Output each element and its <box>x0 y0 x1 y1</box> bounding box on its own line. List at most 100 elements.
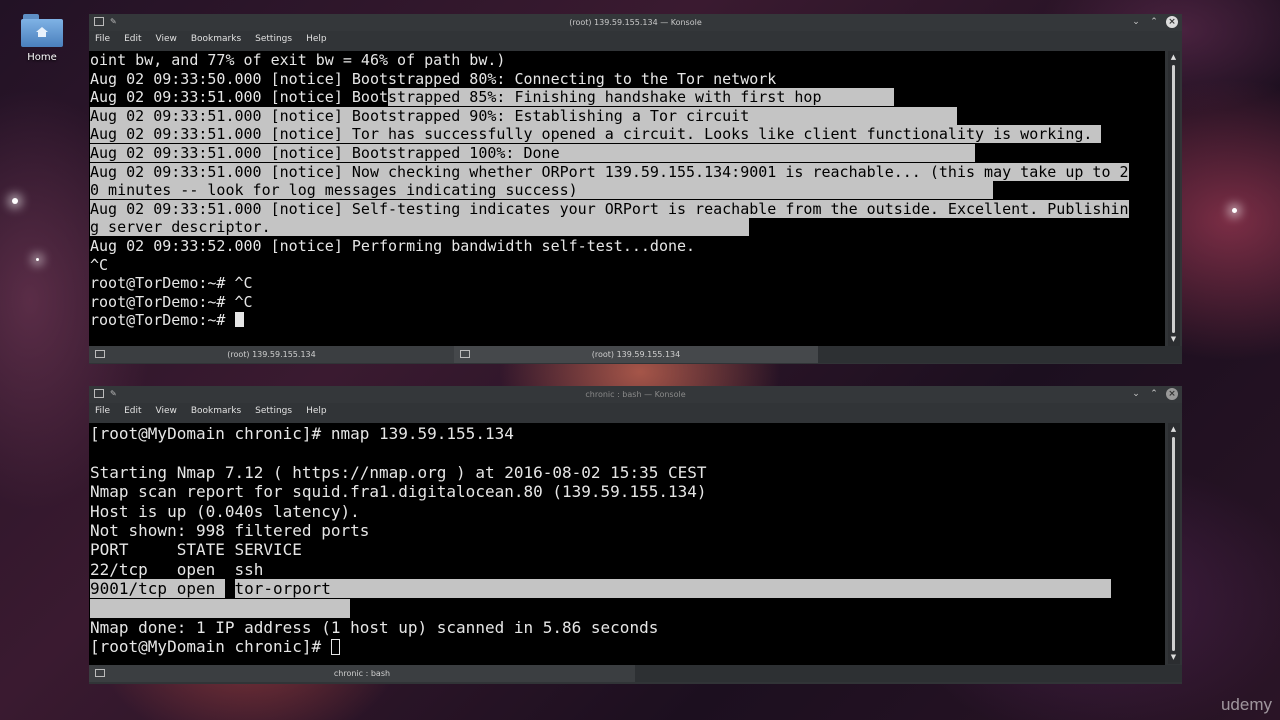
terminal-line: Aug 02 09:33:51.000 [notice] Tor has suc… <box>90 125 1165 144</box>
terminal-line: Nmap done: 1 IP address (1 host up) scan… <box>90 618 1165 637</box>
scroll-down-icon[interactable]: ▼ <box>1169 335 1178 343</box>
terminal-line: ^C <box>90 256 1165 275</box>
window-title: chronic : bash — Konsole <box>585 390 686 399</box>
desktop-home-icon[interactable]: Home <box>14 12 70 63</box>
terminal-output[interactable]: [root@MyDomain chronic]# nmap 139.59.155… <box>89 423 1165 665</box>
terminal-output[interactable]: oint bw, and 77% of exit bw = 46% of pat… <box>89 51 1165 346</box>
terminal-line: Not shown: 998 filtered ports <box>90 521 1165 540</box>
scroll-up-icon[interactable]: ▲ <box>1169 53 1178 61</box>
terminal-text: Aug 02 09:33:51.000 [notice] Bootstrappe… <box>90 143 976 162</box>
terminal-text: 22/tcp open ssh <box>90 559 264 579</box>
menubar: File Edit View Bookmarks Settings Help <box>89 403 1182 419</box>
menu-file[interactable]: File <box>95 34 110 44</box>
text-cursor <box>330 639 340 656</box>
terminal-line: Aug 02 09:33:52.000 [notice] Performing … <box>90 237 1165 256</box>
terminal-text: Nmap scan report for squid.fra1.digitalo… <box>90 482 707 502</box>
text-cursor <box>234 312 244 328</box>
terminal-icon <box>95 350 105 358</box>
terminal-text: Aug 02 09:33:51.000 [notice] Bootstrappe… <box>90 106 957 125</box>
maximize-icon[interactable]: ⌃ <box>1148 16 1160 28</box>
menubar: File Edit View Bookmarks Settings Help <box>89 31 1182 47</box>
tab-label: chronic : bash <box>333 669 391 678</box>
terminal-text: strapped 85%: Finishing handshake with f… <box>388 88 894 107</box>
terminal-line: oint bw, and 77% of exit bw = 46% of pat… <box>90 51 1165 70</box>
close-icon[interactable]: × <box>1166 16 1178 28</box>
menu-help[interactable]: Help <box>306 34 327 44</box>
titlebar[interactable]: ✎ chronic : bash — Konsole ⌄ ⌃ × <box>89 386 1182 403</box>
terminal-line: Aug 02 09:33:50.000 [notice] Bootstrappe… <box>90 70 1165 89</box>
terminal-line: root@TorDemo:~# <box>90 311 1165 330</box>
menu-help[interactable]: Help <box>306 406 327 416</box>
terminal-text: Starting Nmap 7.12 ( https://nmap.org ) … <box>90 462 707 482</box>
terminal-line: 0 minutes -- look for log messages indic… <box>90 181 1165 200</box>
close-icon[interactable]: × <box>1166 388 1178 400</box>
terminal-text: root@TorDemo:~# <box>90 311 235 330</box>
terminal-text <box>90 598 351 618</box>
terminal-line: root@TorDemo:~# ^C <box>90 274 1165 293</box>
minimize-icon[interactable]: ⌄ <box>1130 16 1142 28</box>
terminal-line: 9001/tcp open tor-orport <box>90 579 1165 599</box>
minimize-icon[interactable]: ⌄ <box>1130 388 1142 400</box>
terminal-line: Aug 02 09:33:51.000 [notice] Now checkin… <box>90 162 1165 182</box>
tab-session-1[interactable]: (root) 139.59.155.134 <box>89 346 454 363</box>
terminal-text <box>270 218 750 237</box>
konsole-window-tor[interactable]: ✎ (root) 139.59.155.134 — Konsole ⌄ ⌃ × … <box>89 14 1182 364</box>
menu-bookmarks[interactable]: Bookmarks <box>191 34 241 44</box>
tab-session-2[interactable]: (root) 139.59.155.134 <box>454 346 818 363</box>
home-folder-icon <box>21 12 63 48</box>
tab-bar: chronic : bash <box>89 665 1182 682</box>
terminal-icon <box>460 350 470 358</box>
terminal-line: Nmap scan report for squid.fra1.digitalo… <box>90 482 1165 501</box>
terminal-line: Aug 02 09:33:51.000 [notice] Bootstrappe… <box>90 143 1165 163</box>
scroll-up-icon[interactable]: ▲ <box>1169 425 1178 433</box>
konsole-window-bash[interactable]: ✎ chronic : bash — Konsole ⌄ ⌃ × File Ed… <box>89 386 1182 684</box>
star <box>12 198 18 204</box>
terminal-text: Not shown: 998 filtered ports <box>90 520 370 540</box>
terminal-text: ^C <box>90 255 109 274</box>
terminal-text: Aug 02 09:33:51.000 [notice] Self-testin… <box>90 199 1129 218</box>
watermark: udemy <box>1220 695 1272 714</box>
terminal-line: PORT STATE SERVICE <box>90 540 1165 559</box>
terminal-text: g server descriptor. <box>90 218 271 237</box>
menu-edit[interactable]: Edit <box>124 406 141 416</box>
terminal-line: Aug 02 09:33:51.000 [notice] Self-testin… <box>90 199 1165 219</box>
terminal-text: root@TorDemo:~# ^C <box>90 292 253 311</box>
tab-label: (root) 139.59.155.134 <box>227 350 316 359</box>
star <box>1232 208 1237 213</box>
terminal-line: 22/tcp open ssh <box>90 560 1165 579</box>
terminal-text: [root@MyDomain chronic]# nmap 139.59.155… <box>90 424 514 443</box>
scrollbar-handle[interactable] <box>1172 437 1175 651</box>
terminal-line: Aug 02 09:33:51.000 [notice] Bootstrappe… <box>90 88 1165 107</box>
terminal-text: Aug 02 09:33:51.000 [notice] Tor has suc… <box>90 125 1102 144</box>
menu-settings[interactable]: Settings <box>255 34 292 44</box>
desktop-home-label: Home <box>27 52 57 63</box>
terminal-text: Aug 02 09:33:50.000 [notice] Bootstrappe… <box>90 69 777 88</box>
window-title: (root) 139.59.155.134 — Konsole <box>569 18 702 27</box>
terminal-text: oint bw, and 77% of exit bw = 46% of pat… <box>90 51 506 69</box>
scrollbar[interactable]: ▲ ▼ <box>1168 423 1180 664</box>
menu-file[interactable]: File <box>95 406 110 416</box>
star <box>36 258 39 261</box>
maximize-icon[interactable]: ⌃ <box>1148 388 1160 400</box>
terminal-text: Aug 02 09:33:51.000 [notice] Now checkin… <box>90 162 1129 181</box>
menu-bookmarks[interactable]: Bookmarks <box>191 406 241 416</box>
menu-settings[interactable]: Settings <box>255 406 292 416</box>
scroll-down-icon[interactable]: ▼ <box>1169 653 1178 661</box>
menu-view[interactable]: View <box>156 406 177 416</box>
menu-edit[interactable]: Edit <box>124 34 141 44</box>
terminal-text: root@TorDemo:~# ^C <box>90 274 253 293</box>
menu-view[interactable]: View <box>156 34 177 44</box>
terminal-line: Aug 02 09:33:51.000 [notice] Bootstrappe… <box>90 106 1165 126</box>
terminal-icon <box>95 669 105 677</box>
scrollbar[interactable]: ▲ ▼ <box>1168 51 1180 346</box>
terminal-text: PORT STATE SERVICE <box>90 540 302 560</box>
terminal-line: [root@MyDomain chronic]# <box>90 637 1165 656</box>
terminal-text: 0 minutes -- look for log messages indic… <box>90 181 994 200</box>
terminal-line: g server descriptor. <box>90 218 1165 237</box>
tab-session-1[interactable]: chronic : bash <box>89 665 635 682</box>
titlebar[interactable]: ✎ (root) 139.59.155.134 — Konsole ⌄ ⌃ × <box>89 14 1182 31</box>
terminal-line: Starting Nmap 7.12 ( https://nmap.org ) … <box>90 463 1165 482</box>
terminal-text: Nmap done: 1 IP address (1 host up) scan… <box>90 617 659 637</box>
scrollbar-handle[interactable] <box>1172 65 1175 333</box>
